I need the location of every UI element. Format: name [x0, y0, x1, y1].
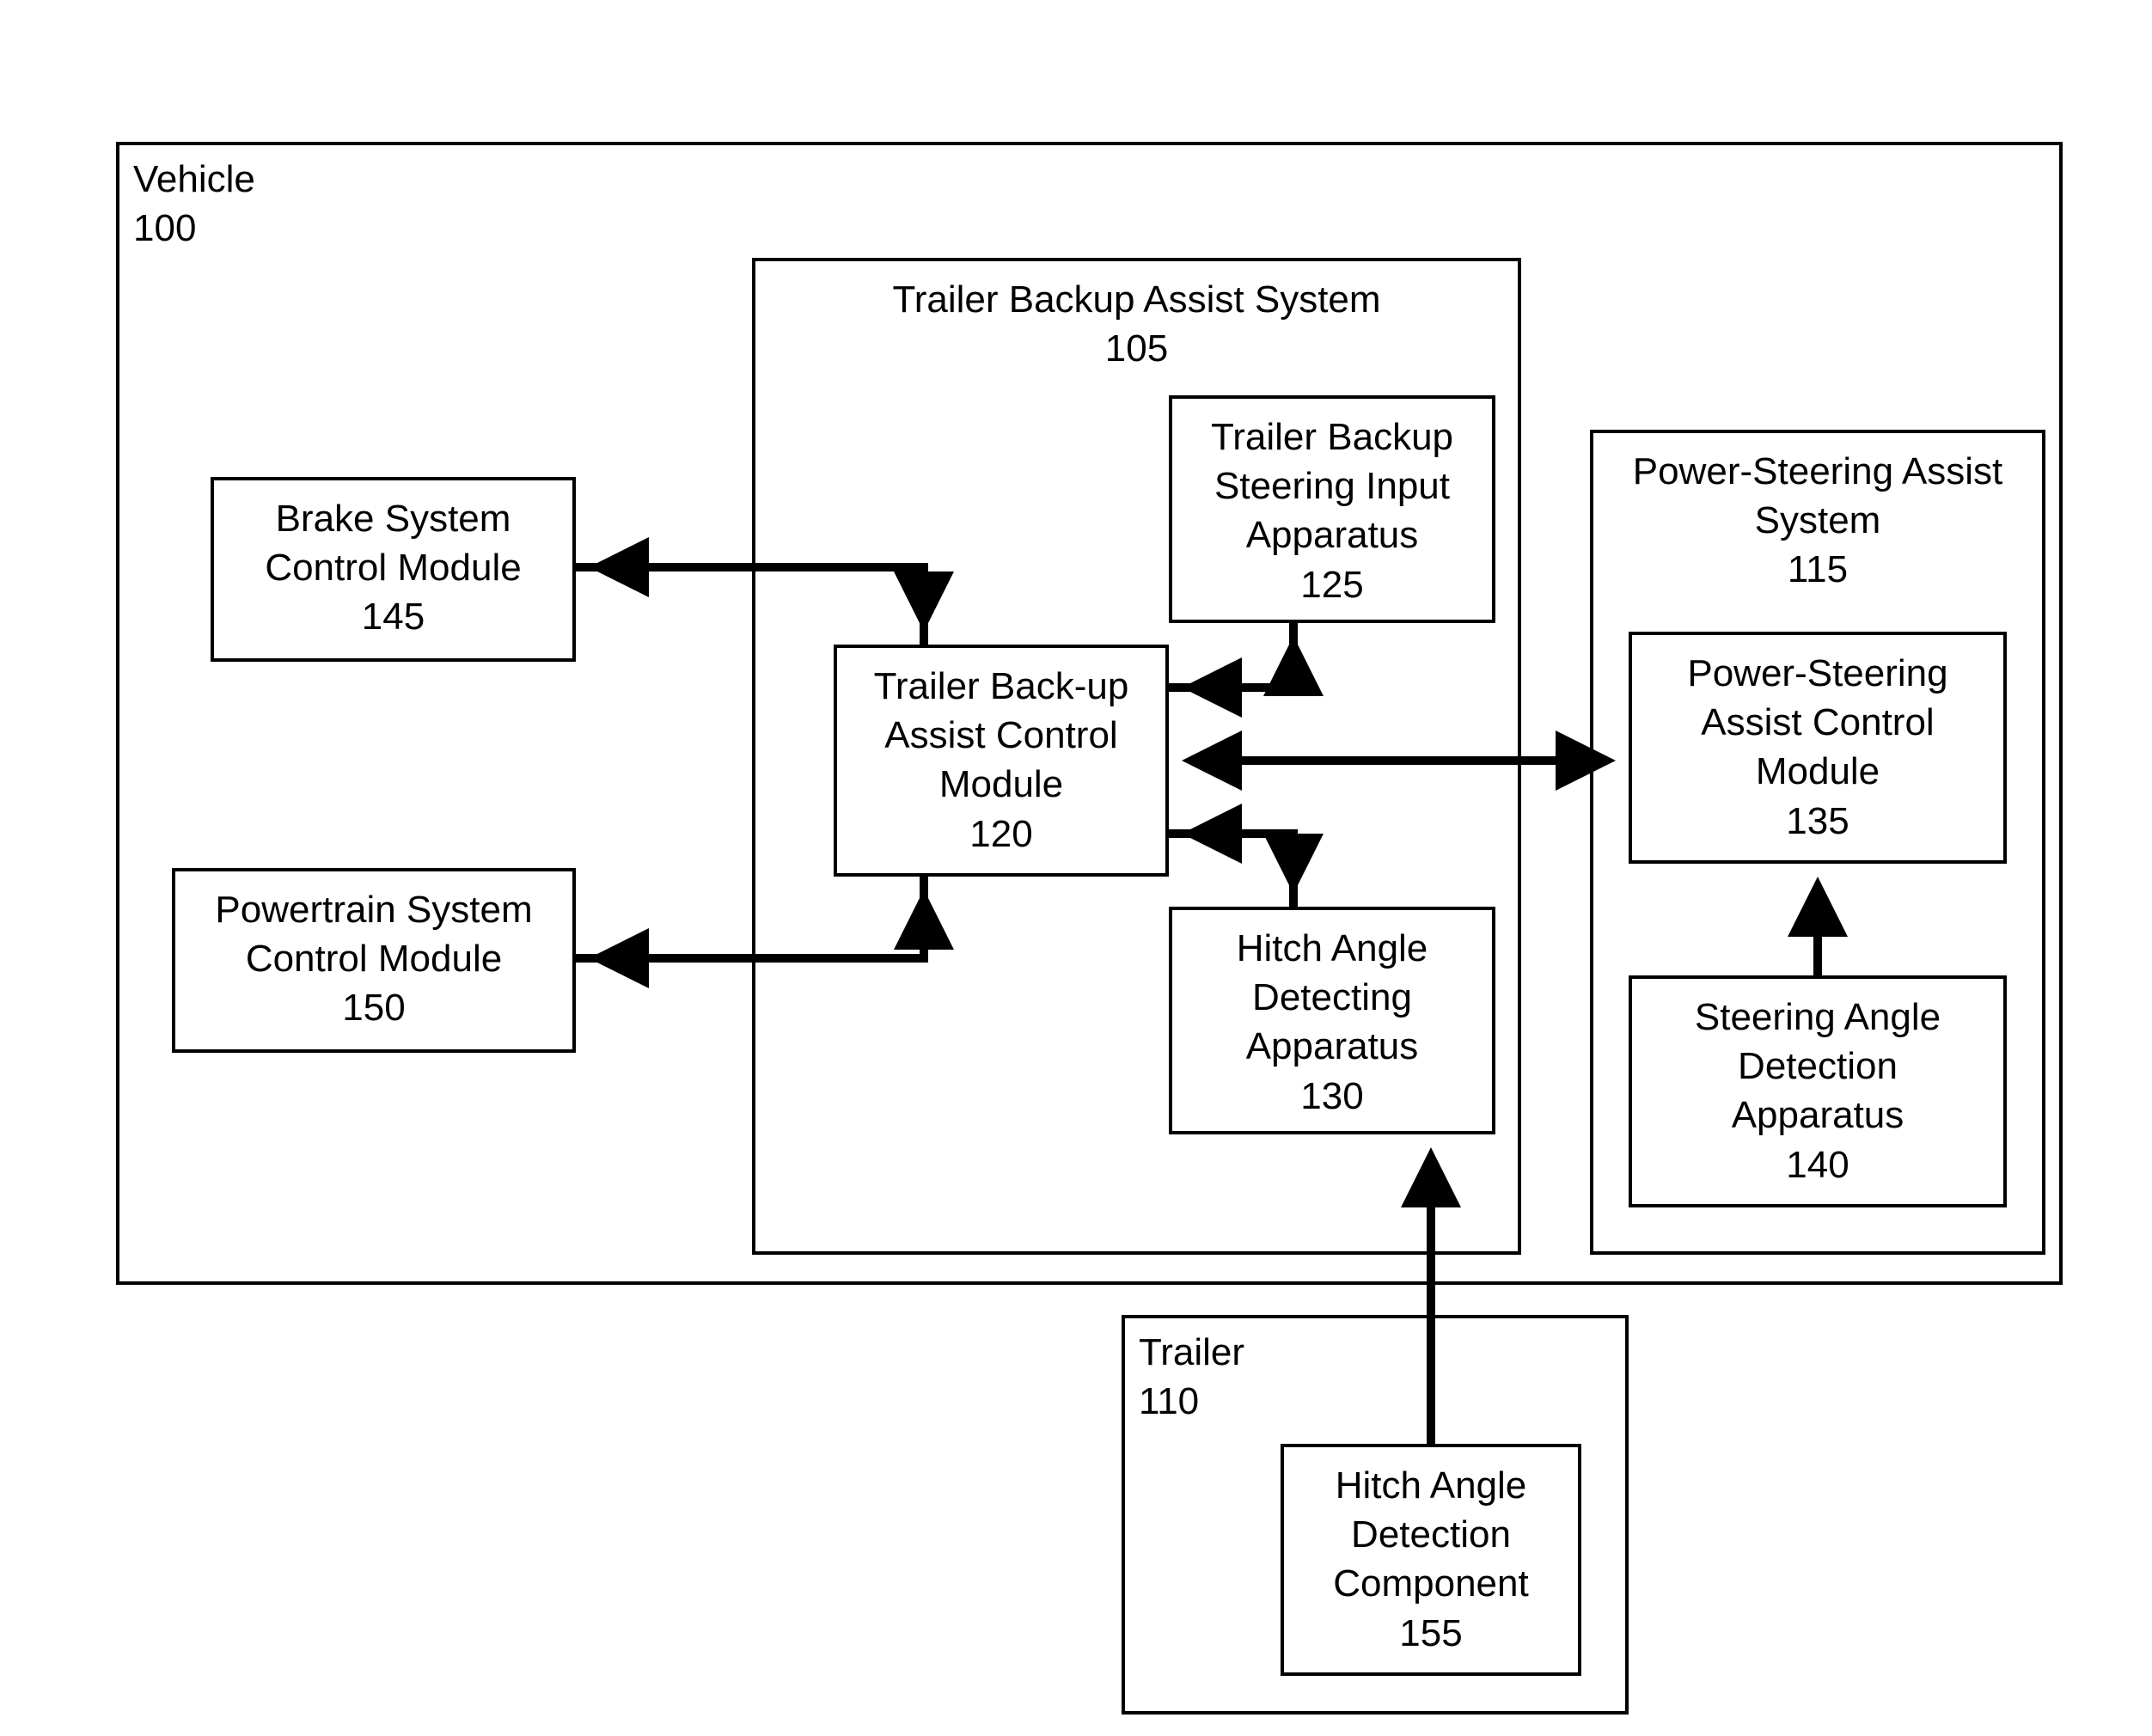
power-steering-system-num: 115 — [1788, 548, 1848, 590]
brake-system-label: Brake System Control Module 145 — [211, 494, 576, 642]
trailer-title: Trailer 110 — [1139, 1328, 1244, 1426]
trailer-num: 110 — [1139, 1380, 1199, 1422]
powertrain-system-label: Powertrain System Control Module 150 — [172, 885, 576, 1033]
trailer-backup-system-text: Trailer Backup Assist System — [892, 278, 1380, 321]
brake-system-num: 145 — [362, 596, 425, 638]
trailer-backup-system-title: Trailer Backup Assist System 105 — [752, 275, 1521, 373]
trailer-backup-control-label: Trailer Back-up Assist Control Module 12… — [834, 662, 1169, 859]
powertrain-system-num: 150 — [342, 987, 405, 1029]
hitch-angle-component-label: Hitch Angle Detection Component 155 — [1281, 1461, 1581, 1658]
trailer-backup-steering-input-label: Trailer Backup Steering Input Apparatus … — [1169, 413, 1495, 609]
steering-angle-detection-label: Steering Angle Detection Apparatus 140 — [1629, 993, 2007, 1189]
trailer-backup-system-num: 105 — [1105, 327, 1168, 370]
hitch-angle-detecting-num: 130 — [1300, 1075, 1363, 1117]
trailer-backup-control-num: 120 — [969, 813, 1032, 855]
power-steering-system-label: Power-Steering Assist System 115 — [1590, 447, 2045, 595]
vehicle-title-text: Vehicle — [133, 158, 255, 200]
trailer-title-text: Trailer — [1139, 1331, 1244, 1373]
vehicle-title: Vehicle 100 — [133, 155, 255, 253]
steering-angle-detection-num: 140 — [1786, 1144, 1849, 1186]
trailer-backup-steering-input-num: 125 — [1300, 564, 1363, 606]
power-steering-control-label: Power-Steering Assist Control Module 135 — [1629, 649, 2007, 846]
power-steering-control-num: 135 — [1786, 800, 1849, 842]
hitch-angle-component-num: 155 — [1399, 1612, 1462, 1654]
vehicle-num: 100 — [133, 207, 196, 249]
hitch-angle-detecting-label: Hitch Angle Detecting Apparatus 130 — [1169, 924, 1495, 1121]
